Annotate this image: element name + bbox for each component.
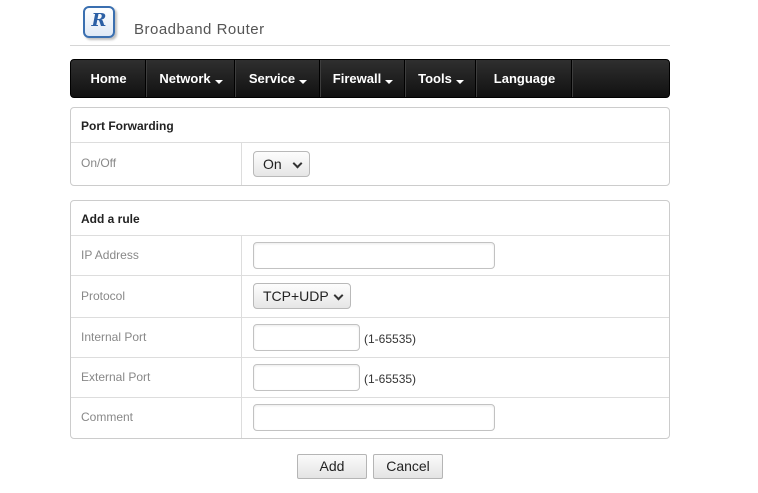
column-divider xyxy=(241,358,242,397)
column-divider xyxy=(241,276,242,317)
external-port-row: External Port (1-65535) xyxy=(71,358,669,398)
router-logo: R xyxy=(83,6,115,38)
nav-service[interactable]: Service xyxy=(236,60,321,97)
onoff-row: On/Off On xyxy=(71,143,669,185)
nav-home[interactable]: Home xyxy=(71,60,147,97)
protocol-select-value: TCP+UDP xyxy=(263,288,329,304)
comment-input[interactable] xyxy=(253,404,495,431)
port-forwarding-panel: Port Forwarding On/Off On xyxy=(70,107,670,186)
internal-port-label: Internal Port xyxy=(81,330,147,344)
port-forwarding-title: Port Forwarding xyxy=(71,108,669,143)
internal-port-row: Internal Port (1-65535) xyxy=(71,318,669,358)
column-divider xyxy=(241,236,242,275)
comment-row: Comment xyxy=(71,398,669,438)
cancel-button[interactable]: Cancel xyxy=(373,454,443,479)
onoff-select[interactable]: On xyxy=(253,151,310,177)
ip-label: IP Address xyxy=(81,248,139,262)
nav-firewall-label: Firewall xyxy=(332,71,382,86)
chevron-down-icon xyxy=(299,80,308,84)
nav-language-label: Language xyxy=(493,71,556,86)
nav-network-label: Network xyxy=(159,71,211,86)
add-button[interactable]: Add xyxy=(297,454,367,479)
brand-title: Broadband Router xyxy=(134,21,265,38)
protocol-label: Protocol xyxy=(81,289,126,303)
chevron-down-icon xyxy=(455,80,464,84)
protocol-select[interactable]: TCP+UDP xyxy=(253,283,351,309)
external-port-hint: (1-65535) xyxy=(364,372,417,386)
chevron-down-icon xyxy=(333,290,344,301)
comment-label: Comment xyxy=(81,410,134,424)
main-nav: Home Network Service Firewall Tools Lang… xyxy=(70,59,670,98)
nav-home-label: Home xyxy=(90,71,127,86)
onoff-select-value: On xyxy=(263,156,282,172)
ip-address-input[interactable] xyxy=(253,242,495,269)
add-rule-title: Add a rule xyxy=(71,201,669,236)
nav-firewall[interactable]: Firewall xyxy=(321,60,406,97)
internal-port-hint: (1-65535) xyxy=(364,332,417,346)
column-divider xyxy=(241,143,242,185)
nav-tools[interactable]: Tools xyxy=(406,60,477,97)
column-divider xyxy=(241,318,242,357)
ip-row: IP Address xyxy=(71,236,669,276)
onoff-label: On/Off xyxy=(81,156,117,170)
protocol-row: Protocol TCP+UDP xyxy=(71,276,669,318)
logo-letter: R xyxy=(91,10,107,31)
chevron-down-icon xyxy=(292,158,303,169)
chevron-down-icon xyxy=(214,80,223,84)
column-divider xyxy=(241,398,242,438)
nav-network[interactable]: Network xyxy=(147,60,236,97)
nav-tools-label: Tools xyxy=(418,71,452,86)
chevron-down-icon xyxy=(385,80,394,84)
internal-port-input[interactable] xyxy=(253,324,360,351)
external-port-input[interactable] xyxy=(253,364,360,391)
nav-service-label: Service xyxy=(248,71,296,86)
add-rule-panel: Add a rule IP Address Protocol TCP+UDP I… xyxy=(70,200,670,439)
header-divider xyxy=(70,45,670,46)
nav-language[interactable]: Language xyxy=(477,60,573,97)
external-port-label: External Port xyxy=(81,370,151,384)
